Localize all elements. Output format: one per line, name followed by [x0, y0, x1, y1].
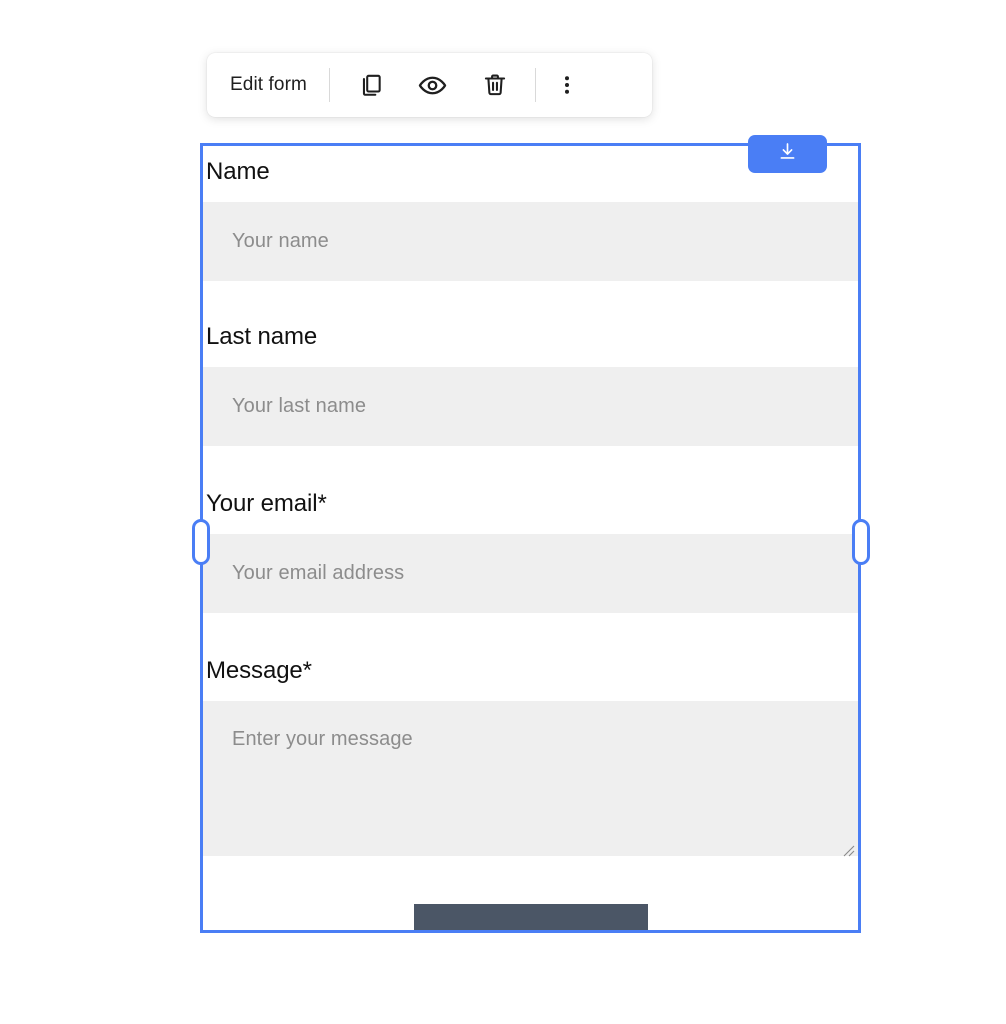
contact-form: Name Your name Last name Your last name …	[203, 146, 858, 930]
submit-row: SUBMIT	[203, 904, 858, 930]
delete-button[interactable]	[464, 54, 526, 116]
message-textarea[interactable]: Enter your message	[203, 701, 858, 857]
field-spacer-2	[203, 446, 858, 478]
resize-handle-left[interactable]	[192, 519, 210, 565]
field-spacer-3	[203, 613, 858, 645]
edit-form-toolbar: Edit form	[207, 53, 652, 117]
field-label-last-name: Last name	[206, 323, 318, 350]
field-label-email: Your email*	[206, 490, 327, 517]
field-last-name: Last name Your last name	[203, 311, 858, 446]
more-vertical-icon	[555, 73, 579, 97]
textarea-resize-grip[interactable]	[841, 840, 855, 857]
field-spacer-1	[203, 281, 858, 311]
duplicate-icon	[358, 72, 384, 98]
more-options-button[interactable]	[536, 54, 598, 116]
message-placeholder: Enter your message	[232, 728, 413, 750]
preview-button[interactable]	[402, 54, 464, 116]
last-name-input[interactable]: Your last name	[203, 367, 858, 446]
submit-button[interactable]: SUBMIT	[413, 904, 648, 930]
field-email: Your email* Your email address	[203, 478, 858, 613]
trash-icon	[482, 72, 508, 98]
field-message: Message* Enter your message	[203, 645, 858, 857]
email-input[interactable]: Your email address	[203, 534, 858, 613]
download-button[interactable]	[748, 135, 827, 173]
toolbar-divider-left	[328, 68, 330, 102]
eye-icon	[418, 71, 447, 100]
name-input[interactable]: Your name	[203, 202, 858, 281]
download-icon	[777, 141, 798, 167]
field-label-message: Message*	[206, 657, 312, 684]
resize-handle-right[interactable]	[852, 519, 870, 565]
toolbar-title: Edit form	[230, 74, 307, 95]
duplicate-button[interactable]	[340, 54, 402, 116]
